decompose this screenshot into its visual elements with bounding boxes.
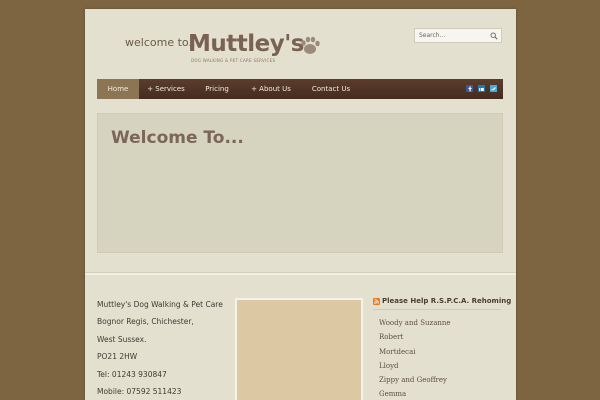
paw-icon xyxy=(301,36,320,54)
rehoming-list: Woody and Suzanne Robert Mortdecai Lloyd… xyxy=(379,316,451,400)
rehoming-item[interactable]: Robert xyxy=(379,330,451,344)
rehoming-item[interactable]: Zippy and Geoffrey xyxy=(379,373,451,387)
twitter-icon[interactable] xyxy=(490,85,497,92)
search-input[interactable]: Search... xyxy=(419,32,445,39)
contact-details: Muttley's Dog Walking & Pet Care Bognor … xyxy=(97,296,237,400)
welcome-text: welcome to.. xyxy=(125,36,196,49)
hero-banner: Welcome To... xyxy=(97,113,503,253)
brand-tagline: DOG WALKING & PET CARE SERVICES xyxy=(191,58,276,63)
hero-title: Welcome To... xyxy=(111,128,244,148)
search-icon[interactable] xyxy=(490,32,498,40)
facebook-icon[interactable] xyxy=(466,85,473,92)
main-navigation: Home + Services Pricing + About Us Conta… xyxy=(97,79,503,99)
rehoming-item[interactable]: Gemma xyxy=(379,387,451,400)
nav-item-services[interactable]: + Services xyxy=(146,79,186,99)
contact-address-line: Bognor Regis, Chichester, xyxy=(97,317,194,327)
nav-item-about-us[interactable]: + About Us xyxy=(247,79,295,99)
rehoming-item[interactable]: Lloyd xyxy=(379,359,451,373)
contact-postcode: PO21 2HW xyxy=(97,352,138,362)
rehoming-item[interactable]: Mortdecai xyxy=(379,345,451,359)
contact-telephone: Tel: 01243 930847 xyxy=(97,369,167,379)
rehoming-title-divider xyxy=(373,309,501,310)
rss-icon[interactable] xyxy=(373,298,380,305)
nav-item-contact-us[interactable]: Contact Us xyxy=(307,79,355,99)
contact-county: West Sussex. xyxy=(97,334,147,344)
contact-mobile: Mobile: 07592 511423 xyxy=(97,386,182,396)
brand-name: Muttley's xyxy=(188,31,304,57)
contact-business-name: Muttley's Dog Walking & Pet Care xyxy=(97,300,223,309)
rehoming-item[interactable]: Woody and Suzanne xyxy=(379,316,451,330)
nav-item-home[interactable]: Home xyxy=(97,79,139,99)
section-divider xyxy=(85,272,516,275)
featured-image xyxy=(235,298,363,400)
page-container: welcome to.. Muttley's DOG WALKING & PET… xyxy=(85,9,516,400)
search-box[interactable]: Search... xyxy=(414,28,502,43)
linkedin-icon[interactable] xyxy=(478,85,485,92)
rehoming-title: Please Help R.S.P.C.A. Rehoming xyxy=(382,297,512,305)
nav-item-pricing[interactable]: Pricing xyxy=(200,79,234,99)
site-logo[interactable]: welcome to.. Muttley's DOG WALKING & PET… xyxy=(125,31,325,71)
